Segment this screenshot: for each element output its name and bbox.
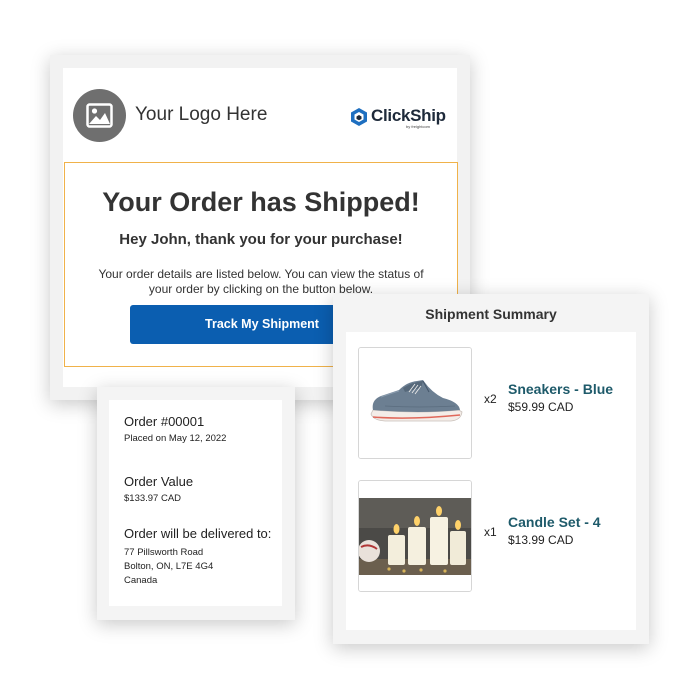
delivery-address: 77 Pillsworth Road Bolton, ON, L7E 4G4 C… bbox=[124, 546, 213, 588]
item-price: $59.99 CAD bbox=[508, 400, 574, 414]
list-item: x2 Sneakers - Blue $59.99 CAD bbox=[358, 347, 628, 459]
list-item: x1 Candle Set - 4 $13.99 CAD bbox=[358, 480, 628, 592]
shipment-items-list: x2 Sneakers - Blue $59.99 CAD x1 Candle … bbox=[346, 332, 636, 630]
order-info-content: Order #00001 Placed on May 12, 2022 Orde… bbox=[109, 400, 282, 606]
email-header: Your Logo Here ClickShip by freightcom bbox=[63, 68, 457, 161]
order-details-text: Your order details are listed below. You… bbox=[98, 267, 424, 296]
address-line-3: Canada bbox=[124, 575, 158, 586]
address-line-2: Bolton, ON, L7E 4G4 bbox=[124, 561, 214, 572]
clickship-cube-icon bbox=[351, 108, 367, 126]
sneaker-image bbox=[358, 347, 472, 459]
item-name[interactable]: Sneakers - Blue bbox=[508, 381, 613, 397]
candles-image bbox=[358, 480, 472, 592]
shipment-summary-card: Shipment Summary x2 Sneakers - Blue $59.… bbox=[333, 294, 649, 644]
logo-placeholder-icon bbox=[73, 89, 126, 142]
order-value-label: Order Value bbox=[124, 474, 194, 489]
greeting-text: Hey John, thank you for your purchase! bbox=[119, 231, 403, 248]
brand-name: ClickShip bbox=[371, 106, 446, 125]
logo-text: Your Logo Here bbox=[135, 104, 268, 125]
delivery-label: Order will be delivered to: bbox=[124, 526, 272, 541]
order-value: $133.97 CAD bbox=[124, 493, 182, 504]
order-info-card: Order #00001 Placed on May 12, 2022 Orde… bbox=[97, 387, 295, 620]
item-name[interactable]: Candle Set - 4 bbox=[508, 514, 601, 530]
order-number: Order #00001 bbox=[124, 414, 205, 429]
address-line-1: 77 Pillsworth Road bbox=[124, 547, 204, 558]
clickship-logo: ClickShip by freightcom bbox=[350, 106, 446, 130]
item-quantity: x1 bbox=[484, 525, 497, 539]
stage: Your Logo Here ClickShip by freightcom Y… bbox=[0, 0, 700, 700]
shipment-summary-title: Shipment Summary bbox=[425, 306, 557, 322]
item-price: $13.99 CAD bbox=[508, 533, 574, 547]
order-date: Placed on May 12, 2022 bbox=[124, 433, 227, 444]
shipped-title: Your Order has Shipped! bbox=[102, 187, 420, 217]
item-quantity: x2 bbox=[484, 392, 497, 406]
brand-subtitle: by freightcom bbox=[406, 124, 431, 129]
